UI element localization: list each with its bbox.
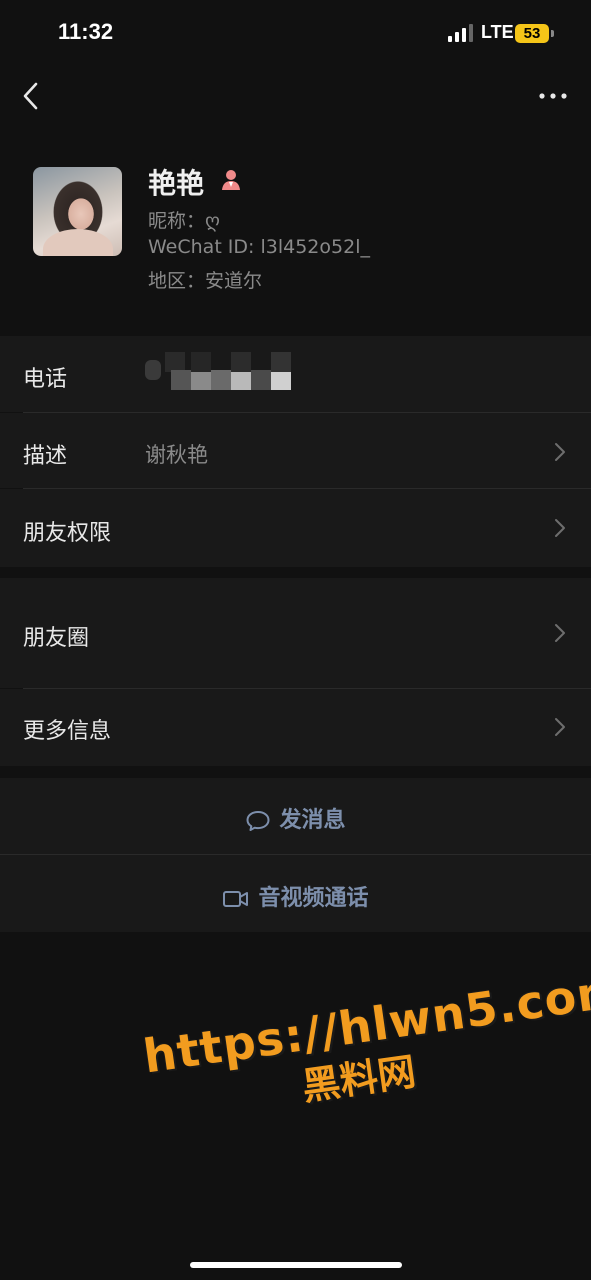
home-indicator[interactable] — [190, 1262, 402, 1268]
moments-row[interactable]: 朋友圈 — [0, 578, 591, 688]
region: 地区：安道尔 — [148, 270, 263, 292]
network-type: LTE — [481, 22, 514, 42]
description-value: 谢秋艳 — [145, 443, 208, 467]
chevron-left-icon[interactable] — [16, 78, 48, 114]
battery-level: 53 — [523, 25, 541, 42]
chevron-right-icon — [553, 716, 567, 738]
more-info-label: 更多信息 — [23, 719, 112, 744]
more-info-row[interactable]: 更多信息 — [0, 689, 591, 766]
status-time: 11:32 — [58, 19, 114, 44]
female-icon — [220, 168, 242, 192]
chevron-right-icon — [553, 622, 567, 644]
status-bar: 11:32 LTE 53 — [0, 0, 591, 68]
moments-label: 朋友圈 — [23, 626, 90, 651]
phone-row[interactable]: 电话 — [0, 336, 591, 412]
send-message-button[interactable]: 发消息 — [0, 778, 591, 854]
video-call-button[interactable]: 音视频通话 — [0, 855, 591, 932]
avatar[interactable] — [33, 167, 122, 256]
phone-label: 电话 — [23, 367, 68, 392]
chevron-right-icon — [553, 441, 567, 463]
phone-number-redacted — [145, 352, 291, 390]
friend-permissions-label: 朋友权限 — [23, 521, 112, 546]
video-call-label: 音视频通话 — [258, 886, 369, 911]
battery-icon: 53 — [515, 24, 549, 43]
chat-bubble-icon — [246, 811, 270, 831]
friend-permissions-row[interactable]: 朋友权限 — [0, 489, 591, 567]
contact-name: 艳艳 — [148, 167, 205, 200]
chevron-right-icon — [553, 517, 567, 539]
wechat-id: WeChat ID: l3l452o52l_ — [148, 236, 370, 258]
description-label: 描述 — [23, 444, 68, 469]
watermark: https://hlwn5.com 黑料网 — [140, 962, 591, 1132]
signal-icon — [448, 24, 474, 42]
description-row[interactable]: 描述 谢秋艳 — [0, 413, 591, 488]
nav-bar — [0, 68, 591, 124]
nickname: 昵称：ღ — [148, 210, 220, 232]
video-camera-icon — [223, 891, 249, 907]
profile-header: 艳艳 昵称：ღ WeChat ID: l3l452o52l_ 地区：安道尔 — [0, 124, 591, 324]
ellipsis-icon[interactable] — [536, 82, 570, 110]
battery-tip — [551, 30, 554, 37]
send-message-label: 发消息 — [279, 808, 346, 833]
